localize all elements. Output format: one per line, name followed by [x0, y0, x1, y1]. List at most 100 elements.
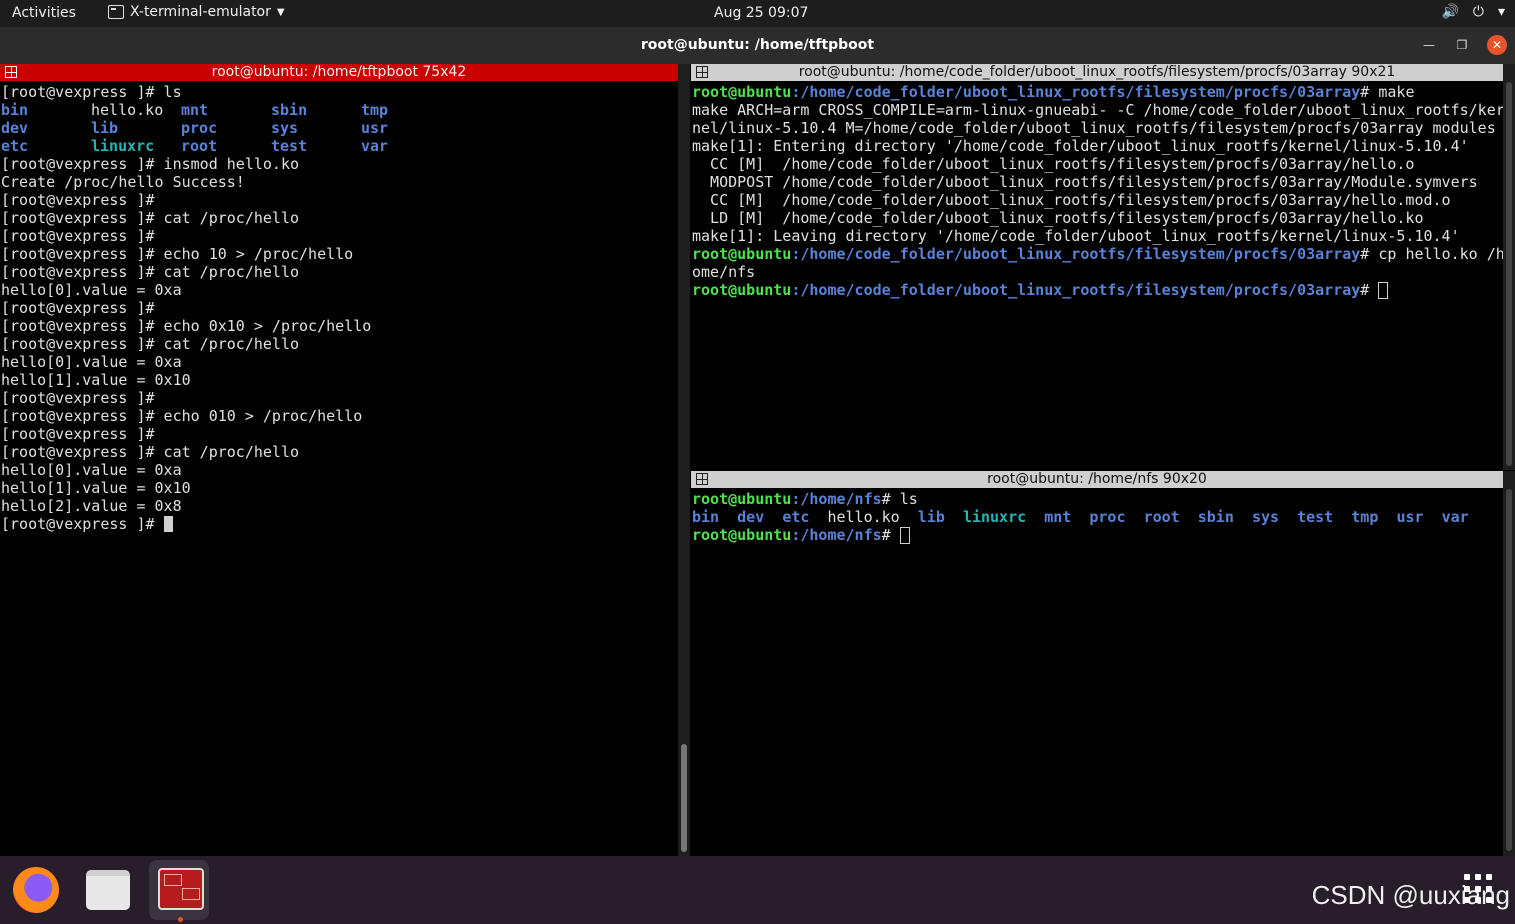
app-menu-label: X-terminal-emulator	[130, 4, 271, 20]
terminal-line: [root@vexpress ]# cat /proc/hello	[1, 263, 300, 281]
terminal-output[interactable]: root@ubuntu:/home/code_folder/uboot_linu…	[692, 83, 1503, 299]
prompt-user: root@ubuntu	[692, 83, 792, 101]
volume-icon[interactable]: 🔊	[1441, 4, 1458, 20]
terminal-output[interactable]: [root@vexpress ]# ls bin hello.ko mnt sbin tm…	[1, 83, 451, 533]
cursor	[899, 527, 910, 544]
terminal-line: [root@vexpress ]# echo 010 > /proc/hello	[1, 407, 363, 425]
chevron-down-icon[interactable]: ▾	[1498, 4, 1505, 20]
terminal-pane-left[interactable]: root@ubuntu: /home/tftpboot 75x42 [root@…	[0, 64, 678, 856]
prompt-path: :/home/code_folder/uboot_linux_rootfs/fi…	[791, 83, 1361, 101]
split-pane-icon[interactable]	[696, 66, 708, 78]
minimize-button[interactable]: —	[1420, 36, 1438, 54]
terminal-line: [root@vexpress ]# insmod hello.ko	[1, 155, 300, 173]
ls-entry: usr	[1396, 508, 1424, 526]
clock[interactable]: Aug 25 09:07	[714, 5, 808, 21]
pane-title-bar[interactable]: root@ubuntu: /home/nfs 90x20	[691, 471, 1503, 488]
terminal-line: ome/nfs	[692, 263, 1503, 281]
firefox-icon[interactable]	[13, 867, 59, 913]
ls-entry: dev	[737, 508, 765, 526]
power-icon[interactable]: ⏻	[1473, 4, 1484, 20]
ls-entry: root	[1143, 508, 1180, 526]
output-text: make[1]: Entering directory '/home/code_…	[692, 137, 1469, 155]
ls-entry: dev	[1, 119, 29, 137]
ls-entry: usr	[361, 119, 389, 137]
prompt-user: root@ubuntu	[692, 490, 792, 508]
ls-entry: hello.ko	[827, 508, 900, 526]
terminal-line: hello[1].value = 0x10	[1, 371, 191, 389]
cursor	[1378, 282, 1389, 299]
terminal-line: hello[2].value = 0x8	[1, 497, 182, 515]
ls-entry: var	[1441, 508, 1469, 526]
terminal-line: hello[0].value = 0xa	[1, 281, 182, 299]
prompt-user: root@ubuntu	[692, 526, 792, 544]
scrollbar-thumb[interactable]	[681, 744, 687, 852]
terminal-line: [root@vexpress ]# echo 10 > /proc/hello	[1, 245, 354, 263]
ls-entry: etc	[782, 508, 810, 526]
split-pane-icon[interactable]	[696, 473, 708, 485]
top-right-scrollbar[interactable]	[1503, 64, 1515, 470]
terminal-line: [root@vexpress ]# cat /proc/hello	[1, 209, 300, 227]
terminal-output[interactable]: root@ubuntu:/home/nfs# ls bin dev etc hel…	[692, 490, 1469, 544]
terminal-line: root@ubuntu:/home/code_folder/uboot_linu…	[692, 245, 1503, 263]
dock: CSDN @uuxiang	[0, 856, 1515, 924]
terminal-line: LD [M] /home/code_folder/uboot_linux_roo…	[692, 209, 1503, 227]
ls-entry: hello.ko	[91, 101, 164, 119]
terminal-line: [root@vexpress ]#	[1, 299, 155, 317]
left-scrollbar[interactable]	[678, 64, 690, 856]
output-text: LD [M] /home/code_folder/uboot_linux_roo…	[692, 209, 1424, 227]
command: # make	[1360, 83, 1415, 101]
terminal-line: [root@vexpress ]#	[1, 515, 451, 533]
terminal-line: [root@vexpress ]#	[1, 191, 155, 209]
ls-entry: proc	[181, 119, 218, 137]
scrollbar-thumb[interactable]	[1506, 82, 1512, 466]
output-text: ome/nfs	[692, 263, 756, 281]
ls-entry: mnt	[1044, 508, 1072, 526]
split-pane-icon[interactable]	[5, 66, 17, 78]
ls-entry: root	[181, 137, 218, 155]
terminal-line: [root@vexpress ]# ls	[1, 83, 182, 101]
activities-button[interactable]: Activities	[12, 5, 76, 21]
system-tray[interactable]: 🔊 ⏻ ▾	[1441, 4, 1505, 20]
ls-entry: sbin	[1197, 508, 1234, 526]
pane-title-bar[interactable]: root@ubuntu: /home/code_folder/uboot_lin…	[691, 64, 1503, 81]
prompt-symbol: #	[881, 526, 900, 544]
app-menu[interactable]: X-terminal-emulator ▼	[108, 4, 285, 20]
terminal-icon[interactable]	[158, 868, 204, 910]
show-apps-icon[interactable]	[1464, 874, 1494, 904]
terminal-pane-top-right[interactable]: root@ubuntu: /home/code_folder/uboot_lin…	[691, 64, 1503, 470]
prompt-path: :/home/code_folder/uboot_linux_rootfs/fi…	[791, 281, 1361, 299]
running-indicator	[178, 917, 183, 922]
terminal-line: [root@vexpress ]#	[1, 389, 155, 407]
terminal-line: CC [M] /home/code_folder/uboot_linux_roo…	[692, 155, 1503, 173]
ls-entry: bin	[692, 508, 720, 526]
ls-entry: proc	[1089, 508, 1126, 526]
command: # ls	[881, 490, 918, 508]
terminal-app-icon	[108, 5, 124, 19]
ls-entry: sys	[271, 119, 299, 137]
output-text: MODPOST /home/code_folder/uboot_linux_ro…	[692, 173, 1478, 191]
terminal-line: root@ubuntu:/home/code_folder/uboot_linu…	[692, 281, 1503, 299]
output-text: make ARCH=arm CROSS_COMPILE=arm-linux-gn…	[692, 101, 1503, 119]
ls-entry: sbin	[271, 101, 308, 119]
terminal-pane-bottom-right[interactable]: root@ubuntu: /home/nfs 90x20 root@ubuntu…	[691, 471, 1503, 856]
ls-entry: mnt	[181, 101, 209, 119]
prompt-path: :/home/code_folder/uboot_linux_rootfs/fi…	[791, 245, 1361, 263]
maximize-button[interactable]: ❐	[1453, 36, 1471, 54]
ls-row: dev lib proc sys usr	[1, 119, 451, 137]
ls-entry: sys	[1251, 508, 1280, 526]
terminal-line: root@ubuntu:/home/nfs# ls	[692, 490, 1469, 508]
pane-title-bar[interactable]: root@ubuntu: /home/tftpboot 75x42	[0, 64, 678, 81]
terminal-line: nel/linux-5.10.4 M=/home/code_folder/ubo…	[692, 119, 1503, 137]
output-text: CC [M] /home/code_folder/uboot_linux_roo…	[692, 155, 1415, 173]
close-button[interactable]: ✕	[1487, 35, 1507, 55]
bottom-right-scrollbar[interactable]	[1503, 471, 1515, 856]
ls-entry: bin	[1, 101, 29, 119]
output-text: CC [M] /home/code_folder/uboot_linux_roo…	[692, 191, 1451, 209]
window-titlebar[interactable]: root@ubuntu: /home/tftpboot — ❐ ✕	[0, 27, 1515, 64]
prompt: [root@vexpress ]#	[1, 515, 164, 533]
terminal-line: [root@vexpress ]# cat /proc/hello	[1, 443, 300, 461]
ls-row: bin dev etc hello.ko lib linuxrc mnt pro…	[692, 508, 1469, 526]
files-icon[interactable]	[86, 870, 130, 910]
terminal-line: [root@vexpress ]# cat /proc/hello	[1, 335, 300, 353]
scrollbar-thumb[interactable]	[1506, 489, 1512, 851]
